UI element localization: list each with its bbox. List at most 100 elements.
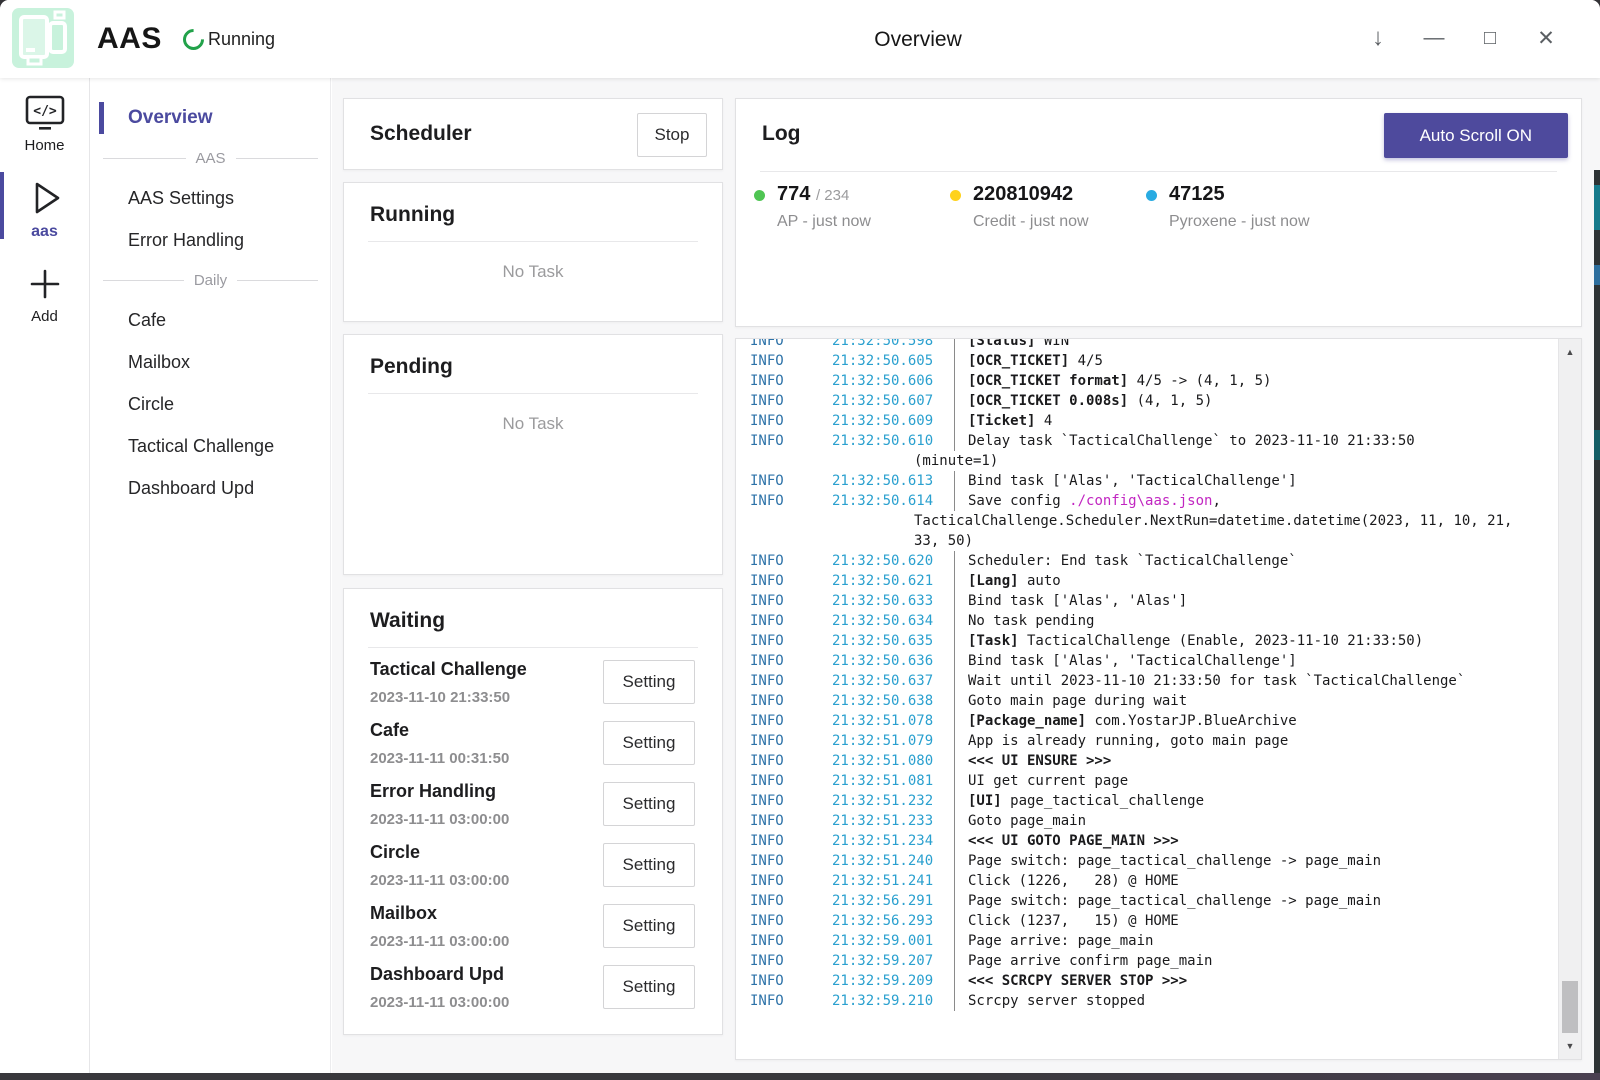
log-time: 21:32:50.614 <box>832 491 954 511</box>
log-line: INFO 21:32:50.635 [Task] TacticalChallen… <box>750 631 1539 651</box>
log-message: Scheduler: End task `TacticalChallenge` <box>954 551 1297 571</box>
log-line: INFO 21:32:50.607 [OCR_TICKET 0.008s] (4… <box>750 391 1539 411</box>
sidebar-item-circle[interactable]: Circle <box>91 383 330 425</box>
rail-item-aas[interactable]: aas <box>0 162 89 249</box>
log-message: Bind task ['Alas', 'Alas'] <box>954 591 1187 611</box>
plus-icon <box>26 265 64 303</box>
log-line: INFO 21:32:51.078 [Package_name] com.Yos… <box>750 711 1539 731</box>
log-message: [OCR_TICKET format] 4/5 -> (4, 1, 5) <box>954 371 1271 391</box>
log-line: INFO 21:32:50.598 [Status] WIN <box>750 338 1539 351</box>
log-message: [OCR_TICKET 0.008s] (4, 1, 5) <box>954 391 1212 411</box>
waiting-task-next-run: 2023-11-11 03:00:00 <box>370 994 509 1011</box>
log-line-continuation: TacticalChallenge.Scheduler.NextRun=date… <box>750 511 1539 531</box>
log-time: 21:32:50.633 <box>832 591 954 611</box>
log-scrollbar[interactable]: ▲ ▼ <box>1558 339 1581 1059</box>
page-title: Overview <box>874 28 962 52</box>
task-setting-button[interactable]: Setting <box>603 965 695 1009</box>
log-line: INFO 21:32:56.291 Page switch: page_tact… <box>750 891 1539 911</box>
log-message: Bind task ['Alas', 'TacticalChallenge'] <box>954 471 1297 491</box>
task-setting-button[interactable]: Setting <box>603 782 695 826</box>
log-message: Save config ./config\aas.json, <box>954 491 1221 511</box>
sidebar-item-mailbox[interactable]: Mailbox <box>91 341 330 383</box>
task-setting-button[interactable]: Setting <box>603 721 695 765</box>
log-line: INFO 21:32:50.610 Delay task `TacticalCh… <box>750 431 1539 451</box>
log-level: INFO <box>750 491 832 511</box>
scroll-up-arrow-icon[interactable]: ▲ <box>1559 344 1581 360</box>
waiting-task-row: Error Handling 2023-11-11 03:00:00 Setti… <box>370 776 696 837</box>
log-time: 21:32:50.620 <box>832 551 954 571</box>
log-header-card: Log Auto Scroll ON 774 / 234 AP - just n… <box>735 98 1582 327</box>
log-continuation-text: TacticalChallenge.Scheduler.NextRun=date… <box>914 511 1512 531</box>
log-message: Click (1237, 15) @ HOME <box>954 911 1179 931</box>
log-level: INFO <box>750 871 832 891</box>
background-bottom-strip <box>0 1073 1600 1080</box>
sidebar-item-aas-settings[interactable]: AAS Settings <box>91 177 330 219</box>
rail-item-label: aas <box>0 223 89 241</box>
stat-dot-icon <box>1146 190 1157 201</box>
dashboard-stat: 220810942 Credit - just now <box>950 183 1146 231</box>
log-time: 21:32:51.078 <box>832 711 954 731</box>
rail-item-add[interactable]: Add <box>0 249 89 333</box>
log-level: INFO <box>750 611 832 631</box>
log-line: INFO 21:32:51.241 Click (1226, 28) @ HOM… <box>750 871 1539 891</box>
scrollbar-thumb[interactable] <box>1562 981 1578 1033</box>
log-message: Delay task `TacticalChallenge` to 2023-1… <box>954 431 1415 451</box>
sidebar-item-label: Mailbox <box>128 352 190 372</box>
log-level: INFO <box>750 811 832 831</box>
minimize-icon[interactable]: — <box>1418 18 1450 58</box>
sidebar-item-tactical-challenge[interactable]: Tactical Challenge <box>91 425 330 467</box>
sidebar-section-divider: AAS <box>91 139 330 177</box>
task-setting-button[interactable]: Setting <box>603 660 695 704</box>
divider <box>368 393 698 394</box>
log-line: INFO 21:32:56.293 Click (1237, 15) @ HOM… <box>750 911 1539 931</box>
task-setting-button[interactable]: Setting <box>603 904 695 948</box>
log-message: [Ticket] 4 <box>954 411 1052 431</box>
log-time: 21:32:50.605 <box>832 351 954 371</box>
restore-down-icon[interactable]: ↓ <box>1362 18 1394 58</box>
log-title: Log <box>762 122 800 146</box>
sidebar-item-cafe[interactable]: Cafe <box>91 299 330 341</box>
close-icon[interactable]: ✕ <box>1530 18 1562 58</box>
log-line: INFO 21:32:50.634 No task pending <box>750 611 1539 631</box>
scheduler-card: Scheduler Stop <box>343 98 723 170</box>
log-level: INFO <box>750 691 832 711</box>
sidebar-item-dashboard-upd[interactable]: Dashboard Upd <box>91 467 330 509</box>
auto-scroll-toggle-button[interactable]: Auto Scroll ON <box>1384 113 1568 158</box>
log-time: 21:32:59.001 <box>832 931 954 951</box>
sidebar-item-label: Cafe <box>128 310 166 330</box>
log-message: Page switch: page_tactical_challenge -> … <box>954 891 1381 911</box>
scheduler-stop-button[interactable]: Stop <box>637 113 707 157</box>
scroll-down-arrow-icon[interactable]: ▼ <box>1559 1038 1581 1054</box>
sidebar-item-label: Tactical Challenge <box>128 436 274 456</box>
log-level: INFO <box>750 751 832 771</box>
log-line: INFO 21:32:59.210 Scrcpy server stopped <box>750 991 1539 1011</box>
log-line: INFO 21:32:51.081 UI get current page <box>750 771 1539 791</box>
log-line: INFO 21:32:50.613 Bind task ['Alas', 'Ta… <box>750 471 1539 491</box>
log-message: <<< UI ENSURE >>> <box>954 751 1111 771</box>
log-level: INFO <box>750 711 832 731</box>
task-setting-button[interactable]: Setting <box>603 843 695 887</box>
waiting-task-next-run: 2023-11-11 03:00:00 <box>370 811 509 828</box>
log-message: <<< SCRCPY SERVER STOP >>> <box>954 971 1187 991</box>
log-level: INFO <box>750 651 832 671</box>
log-line: INFO 21:32:51.080 <<< UI ENSURE >>> <box>750 751 1539 771</box>
rail-item-home[interactable]: </> Home <box>0 78 89 162</box>
rail-item-label: Add <box>0 308 89 325</box>
running-spinner-icon <box>179 25 209 55</box>
log-time: 21:32:51.079 <box>832 731 954 751</box>
log-level: INFO <box>750 791 832 811</box>
sidebar-item-overview[interactable]: Overview <box>91 97 330 139</box>
code-monitor-icon: </> <box>23 94 67 132</box>
sidebar-item-error-handling[interactable]: Error Handling <box>91 219 330 261</box>
log-level: INFO <box>750 471 832 491</box>
divider-line <box>103 280 184 281</box>
log-level: INFO <box>750 571 832 591</box>
log-level: INFO <box>750 351 832 371</box>
maximize-icon[interactable]: □ <box>1474 18 1506 58</box>
waiting-task-next-run: 2023-11-11 03:00:00 <box>370 933 509 950</box>
log-time: 21:32:50.621 <box>832 571 954 591</box>
stat-dot-icon <box>754 190 765 201</box>
pending-title: Pending <box>344 335 722 393</box>
log-message: [OCR_TICKET] 4/5 <box>954 351 1103 371</box>
divider-label: Daily <box>194 272 227 289</box>
